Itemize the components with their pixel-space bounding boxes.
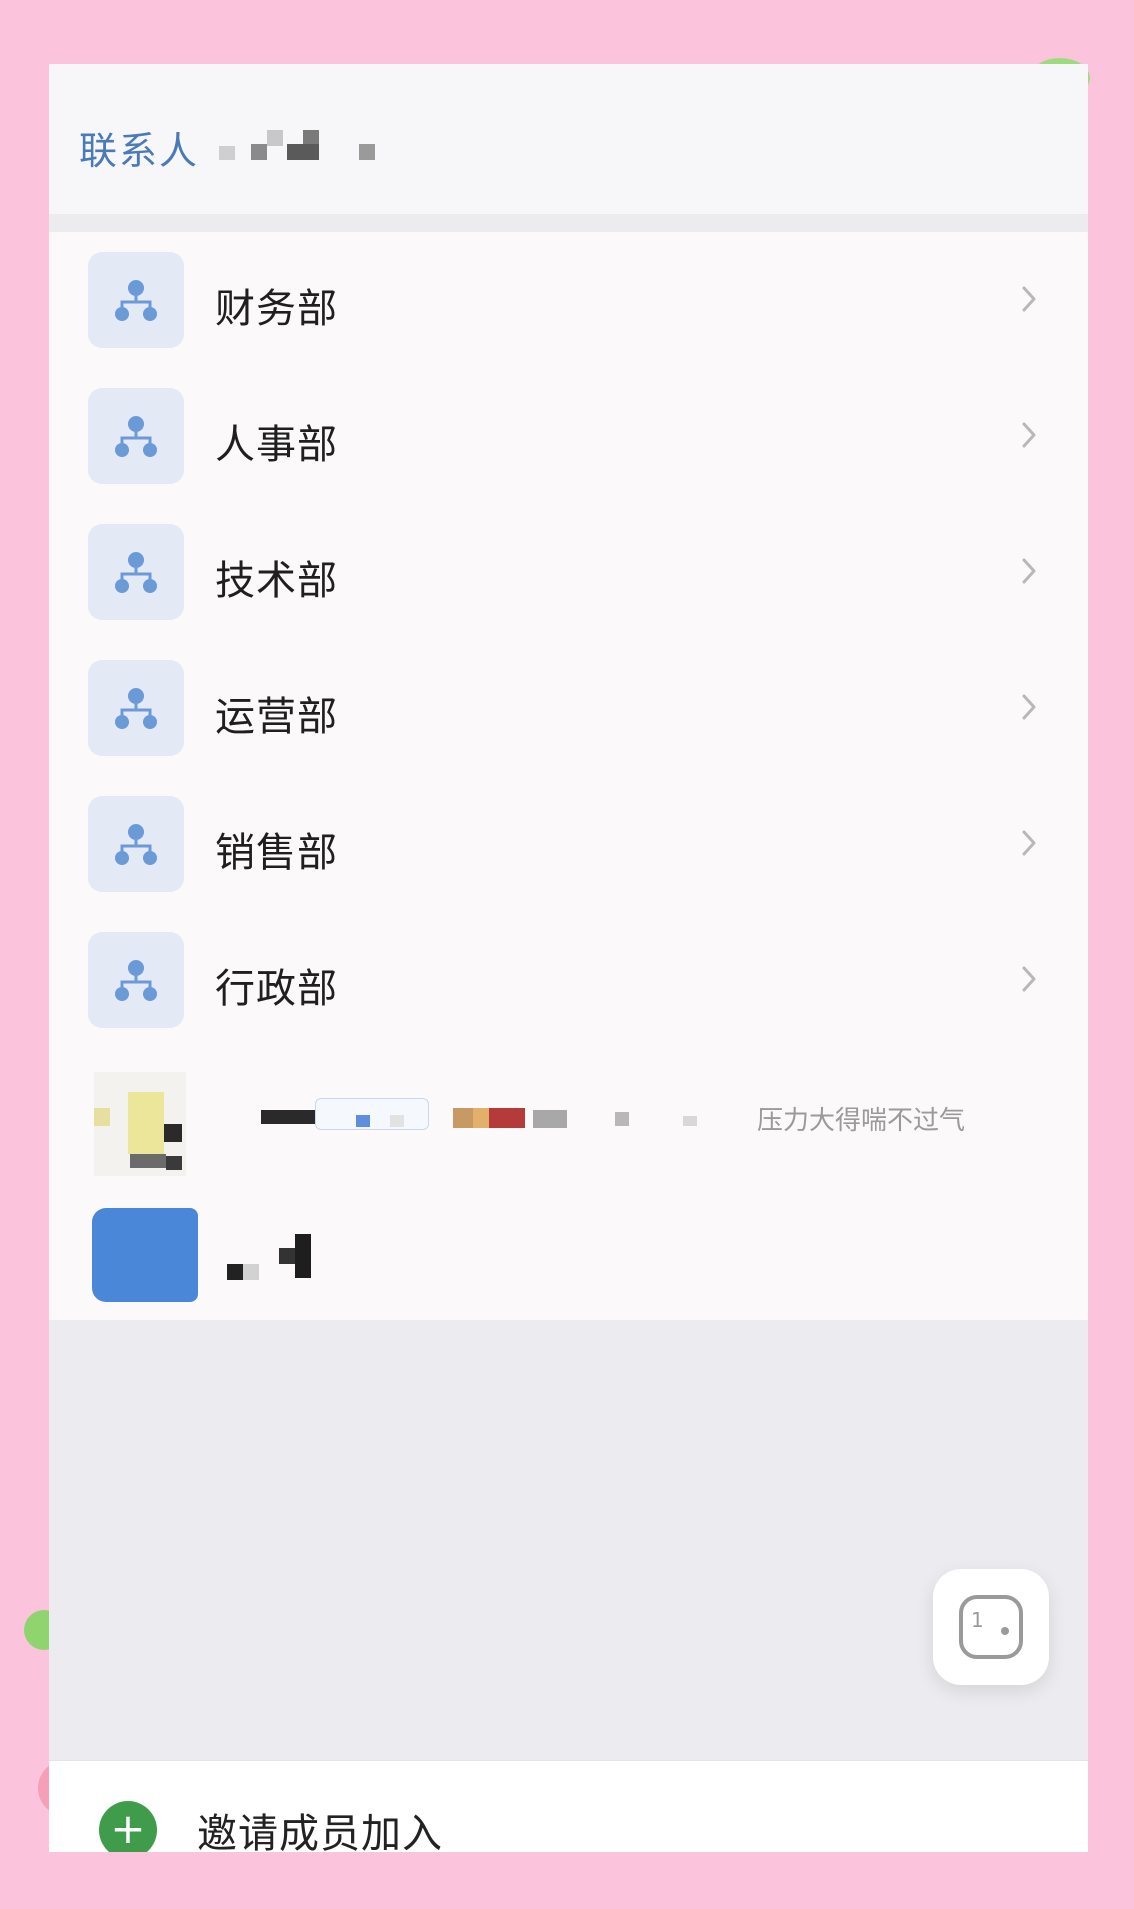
department-row[interactable]: 运营部 [49,640,1088,776]
department-row[interactable]: 行政部 [49,912,1088,1048]
department-row[interactable]: 财务部 [49,232,1088,368]
floating-chat-button[interactable]: 1 [933,1569,1049,1685]
department-row[interactable]: 销售部 [49,776,1088,912]
org-chart-icon [115,960,157,1001]
org-chart-icon [115,280,157,321]
chevron-right-icon [1022,830,1036,856]
svg-text:1: 1 [971,1608,984,1632]
pink-frame-background: 联系人 财务部 人事部 技术部 运营部 销售部 行政部 压力大得喘不过气 1 +… [0,0,1134,1909]
department-icon-box [88,796,184,892]
member-row[interactable] [49,1198,1088,1306]
member-tag-pixelated [315,1098,429,1130]
org-chart-icon [115,824,157,865]
member-name-pixelated [261,1110,321,1124]
department-label: 运营部 [215,694,338,740]
contact-list: 财务部 人事部 技术部 运营部 销售部 行政部 压力大得喘不过气 [49,232,1088,1320]
chevron-right-icon [1022,694,1036,720]
chevron-right-icon [1022,422,1036,448]
department-label: 财务部 [215,286,338,332]
department-label: 人事部 [215,422,338,468]
member-avatar-blue [92,1208,198,1302]
member-status-text: 压力大得喘不过气 [757,1106,966,1136]
department-icon-box [88,388,184,484]
member-avatar-pixelated [94,1072,186,1176]
empty-list-area [49,1320,1088,1824]
member-name-pixelated [227,1234,317,1280]
header: 联系人 [49,64,1088,214]
org-chart-icon [115,416,157,457]
member-emoji-pixelated [453,1108,525,1128]
department-row[interactable]: 技术部 [49,504,1088,640]
breadcrumb-org-name-pixelated [219,128,409,168]
member-status-pixelated [533,1110,783,1130]
app-screen: 联系人 财务部 人事部 技术部 运营部 销售部 行政部 压力大得喘不过气 1 +… [49,64,1088,1852]
department-icon-box [88,932,184,1028]
chevron-right-icon [1022,558,1036,584]
chat-bubble-icon: 1 [959,1595,1023,1659]
chevron-right-icon [1022,966,1036,992]
department-row[interactable]: 人事部 [49,368,1088,504]
invite-members-button[interactable]: + 邀请成员加入 [99,1801,443,1852]
plus-icon: + [99,1801,157,1852]
section-divider [49,214,1088,232]
bottom-bar: + 邀请成员加入 [49,1760,1088,1852]
department-icon-box [88,252,184,348]
department-icon-box [88,660,184,756]
breadcrumb: 联系人 [79,120,409,175]
department-label: 技术部 [215,558,338,604]
department-icon-box [88,524,184,620]
department-label: 行政部 [215,966,338,1012]
member-row[interactable]: 压力大得喘不过气 [49,1072,1088,1188]
chevron-right-icon [1022,286,1036,312]
department-label: 销售部 [215,830,338,876]
breadcrumb-root-contacts[interactable]: 联系人 [79,120,199,175]
org-chart-icon [115,688,157,729]
org-chart-icon [115,552,157,593]
invite-members-label: 邀请成员加入 [197,1811,443,1852]
